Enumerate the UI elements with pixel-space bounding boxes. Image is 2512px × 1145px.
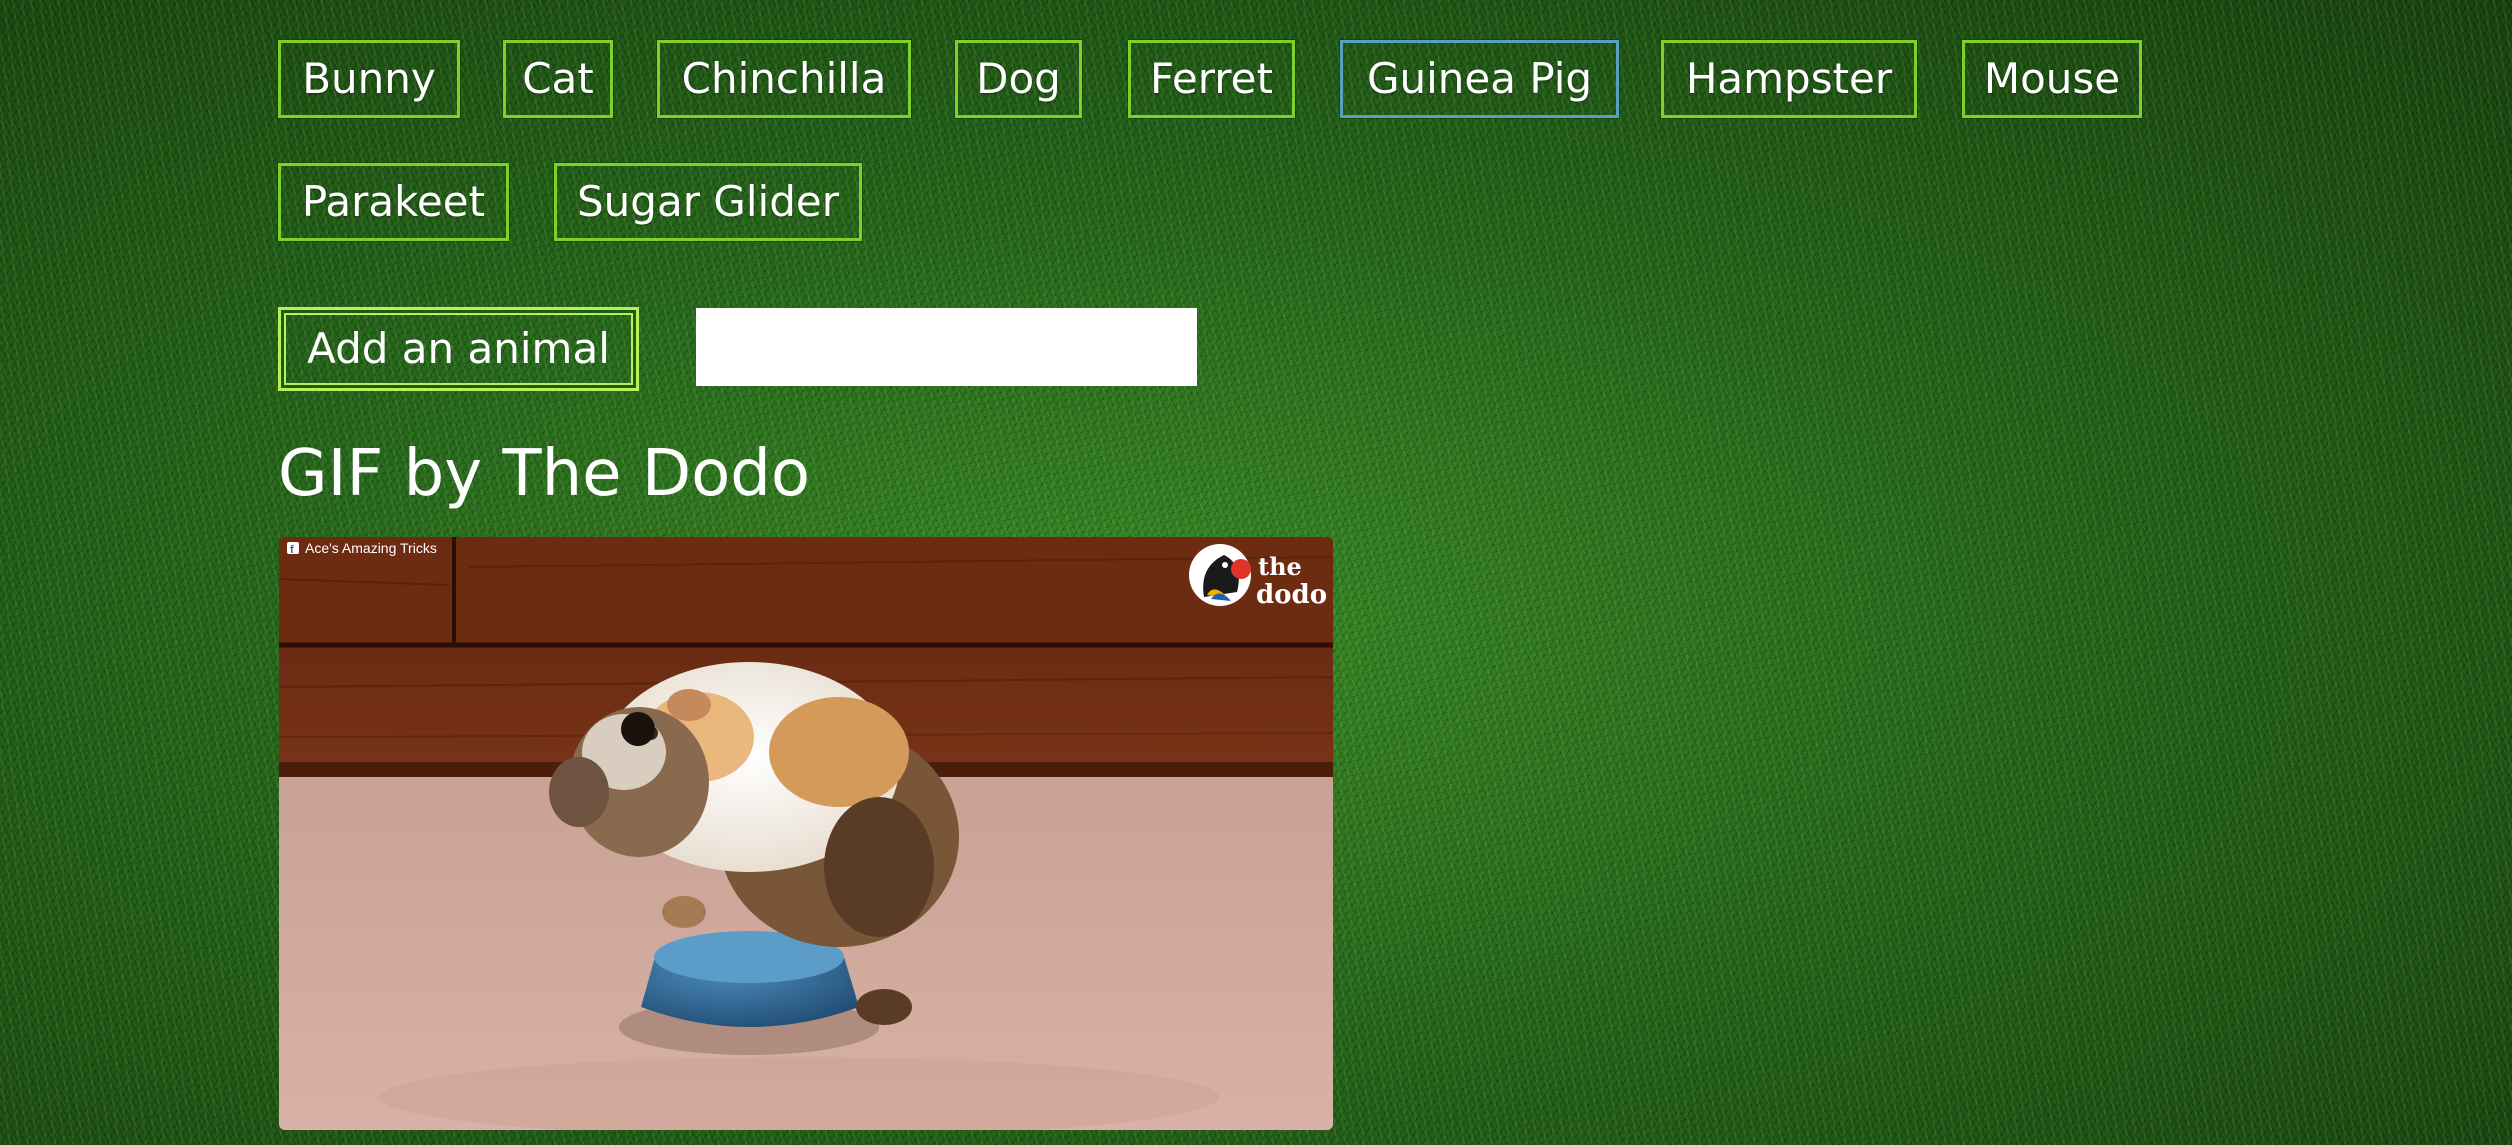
- gif-source-caption: Ace's Amazing Tricks: [305, 540, 437, 556]
- animal-button-dog[interactable]: Dog: [954, 39, 1083, 119]
- animal-button-ferret[interactable]: Ferret: [1127, 39, 1296, 119]
- animal-button-guinea-pig[interactable]: Guinea Pig: [1339, 39, 1620, 119]
- animal-button-sugar-glider[interactable]: Sugar Glider: [553, 162, 863, 242]
- dodo-logo-text-bottom: dodo: [1256, 580, 1327, 610]
- animal-button-bunny[interactable]: Bunny: [277, 39, 461, 119]
- animal-button-hampster[interactable]: Hampster: [1660, 39, 1918, 119]
- svg-text:f: f: [290, 544, 294, 556]
- add-animal-button[interactable]: Add an animal: [278, 307, 639, 391]
- gif-image[interactable]: f Ace's Amazing Tricks the dodo: [279, 537, 1333, 1130]
- animal-button-cat[interactable]: Cat: [502, 39, 614, 119]
- animal-button-mouse[interactable]: Mouse: [1961, 39, 2143, 119]
- animal-button-chinchilla[interactable]: Chinchilla: [656, 39, 912, 119]
- dodo-logo-icon: [1189, 544, 1251, 606]
- animal-button-parakeet[interactable]: Parakeet: [277, 162, 510, 242]
- animal-name-input[interactable]: [696, 308, 1197, 386]
- dodo-logo-text-top: the: [1258, 552, 1302, 581]
- gif-title: GIF by The Dodo: [278, 437, 811, 511]
